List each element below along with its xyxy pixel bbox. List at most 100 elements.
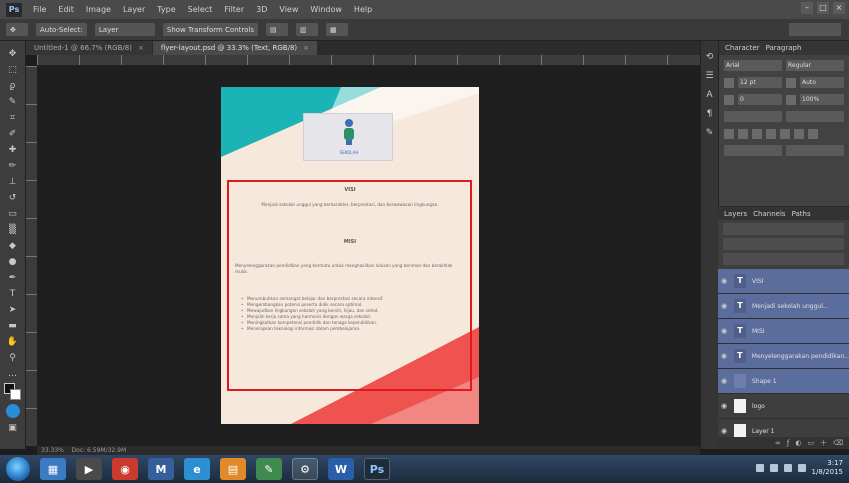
align-center-icon[interactable]: ▥: [295, 23, 318, 36]
faux-bold-icon[interactable]: [724, 128, 734, 139]
all-caps-icon[interactable]: [752, 128, 762, 139]
lock-bar[interactable]: [723, 253, 844, 265]
menu-help[interactable]: Help: [349, 5, 377, 14]
leading-field[interactable]: Auto: [800, 77, 844, 88]
layer-row[interactable]: ◉ T MISI: [718, 319, 849, 344]
start-button[interactable]: [6, 457, 30, 481]
hand-tool-icon[interactable]: ✋: [5, 335, 21, 348]
folder-icon[interactable]: ▤: [220, 458, 246, 480]
quick-select-tool-icon[interactable]: ✎: [5, 95, 21, 108]
tab-document-1[interactable]: Untitled-1 @ 66.7% (RGB/8) ×: [26, 41, 152, 55]
stamp-tool-icon[interactable]: ⊥: [5, 175, 21, 188]
tray-arrow-icon[interactable]: [755, 464, 764, 472]
new-group-icon[interactable]: ▭: [807, 439, 814, 447]
zoom-tool-icon[interactable]: ⚲: [5, 351, 21, 364]
visibility-eye-icon[interactable]: ◉: [718, 302, 730, 310]
close-icon[interactable]: ×: [303, 44, 309, 52]
network-tray-icon[interactable]: [769, 464, 778, 472]
flag-icon[interactable]: [797, 464, 806, 472]
tab-paths[interactable]: Paths: [792, 210, 811, 218]
selection-rectangle[interactable]: [227, 180, 472, 391]
background-color[interactable]: [9, 389, 21, 400]
font-size-field[interactable]: 12 pt: [738, 77, 782, 88]
tab-document-2[interactable]: flyer-layout.psd @ 33.3% (Text, RGB/8) ×: [152, 41, 318, 55]
close-icon[interactable]: ×: [138, 44, 144, 52]
paragraph-icon[interactable]: ¶: [704, 108, 716, 120]
tab-layers[interactable]: Layers: [724, 210, 747, 218]
antialias-field[interactable]: [786, 145, 844, 156]
healing-tool-icon[interactable]: ✚: [5, 143, 21, 156]
faux-italic-icon[interactable]: [738, 128, 748, 139]
scale-field[interactable]: 100%: [800, 94, 844, 105]
word-icon[interactable]: W: [328, 458, 354, 480]
menu-edit[interactable]: Edit: [53, 5, 79, 14]
tab-channels[interactable]: Channels: [753, 210, 785, 218]
color-field[interactable]: [786, 111, 844, 122]
layer-row[interactable]: ◉ T VISI: [718, 269, 849, 294]
new-layer-icon[interactable]: ＋: [820, 438, 827, 448]
volume-icon[interactable]: [783, 464, 792, 472]
fx-icon[interactable]: ƒ: [787, 439, 789, 447]
align-left-icon[interactable]: ▤: [265, 23, 288, 36]
close-button[interactable]: ×: [833, 2, 845, 14]
kerning-field[interactable]: 0: [738, 94, 782, 105]
visibility-eye-icon[interactable]: ◉: [718, 277, 730, 285]
workspace-switcher[interactable]: [789, 23, 841, 36]
mask-icon[interactable]: ◐: [795, 439, 801, 447]
horizontal-ruler[interactable]: [37, 55, 700, 66]
tab-paragraph[interactable]: Paragraph: [766, 44, 802, 52]
pen-tool-icon[interactable]: ✒: [5, 271, 21, 284]
crop-tool-icon[interactable]: ⌗: [5, 111, 21, 124]
eraser-tool-icon[interactable]: ▭: [5, 207, 21, 220]
menu-select[interactable]: Select: [183, 5, 218, 14]
clock[interactable]: 3:17 1/8/2015: [812, 459, 843, 477]
history-icon[interactable]: ⟲: [704, 51, 716, 63]
language-field[interactable]: [724, 145, 782, 156]
minimize-button[interactable]: –: [801, 2, 813, 14]
blend-mode-bar[interactable]: [723, 238, 844, 250]
eyedropper-tool-icon[interactable]: ✐: [5, 127, 21, 140]
menu-filter[interactable]: Filter: [219, 5, 249, 14]
menu-window[interactable]: Window: [305, 5, 347, 14]
link-layers-icon[interactable]: ∞: [775, 439, 781, 447]
subscript-icon[interactable]: [794, 128, 804, 139]
tool-preset-picker[interactable]: ✥: [6, 23, 28, 36]
marquee-tool-icon[interactable]: ⬚: [5, 63, 21, 76]
font-family-field[interactable]: Arial: [724, 60, 782, 71]
brush-tool-icon[interactable]: ✏: [5, 159, 21, 172]
tab-character[interactable]: Character: [725, 44, 760, 52]
mail-icon[interactable]: M: [148, 458, 174, 480]
chrome-icon[interactable]: ◉: [112, 458, 138, 480]
gradient-tool-icon[interactable]: ▒: [5, 223, 21, 236]
visibility-eye-icon[interactable]: ◉: [718, 402, 730, 410]
visibility-eye-icon[interactable]: ◉: [718, 377, 730, 385]
edit-toolbar-icon[interactable]: …: [5, 367, 21, 380]
blur-tool-icon[interactable]: ◆: [5, 239, 21, 252]
layer-filter-bar[interactable]: [723, 223, 844, 235]
auto-select-dropdown[interactable]: Layer: [94, 23, 155, 36]
layer-row[interactable]: ◉ Shape 1: [718, 369, 849, 394]
menu-layer[interactable]: Layer: [118, 5, 150, 14]
maximize-button[interactable]: □: [817, 2, 829, 14]
visibility-eye-icon[interactable]: ◉: [718, 327, 730, 335]
character-icon[interactable]: A: [704, 89, 716, 101]
lasso-tool-icon[interactable]: ϼ: [5, 79, 21, 92]
move-tool-icon[interactable]: ✥: [5, 47, 21, 60]
baseline-field[interactable]: [724, 111, 782, 122]
screen-mode-icon[interactable]: ▣: [5, 421, 21, 434]
visibility-eye-icon[interactable]: ◉: [718, 427, 730, 435]
zoom-level[interactable]: 33.33%: [41, 447, 64, 454]
explorer-icon[interactable]: ▦: [40, 458, 66, 480]
menu-view[interactable]: View: [274, 5, 303, 14]
quick-mask-icon[interactable]: [5, 404, 20, 418]
photoshop-taskbar-icon[interactable]: Ps: [364, 458, 390, 480]
auto-select-label[interactable]: Auto-Select:: [36, 23, 87, 36]
menu-image[interactable]: Image: [81, 5, 116, 14]
shape-tool-icon[interactable]: ▬: [5, 319, 21, 332]
layer-row[interactable]: ◉ logo: [718, 394, 849, 419]
distribute-icon[interactable]: ▦: [325, 23, 348, 36]
color-swatches[interactable]: [3, 383, 22, 401]
brush-presets-icon[interactable]: ✎: [704, 127, 716, 139]
superscript-icon[interactable]: [780, 128, 790, 139]
font-style-field[interactable]: Regular: [786, 60, 844, 71]
